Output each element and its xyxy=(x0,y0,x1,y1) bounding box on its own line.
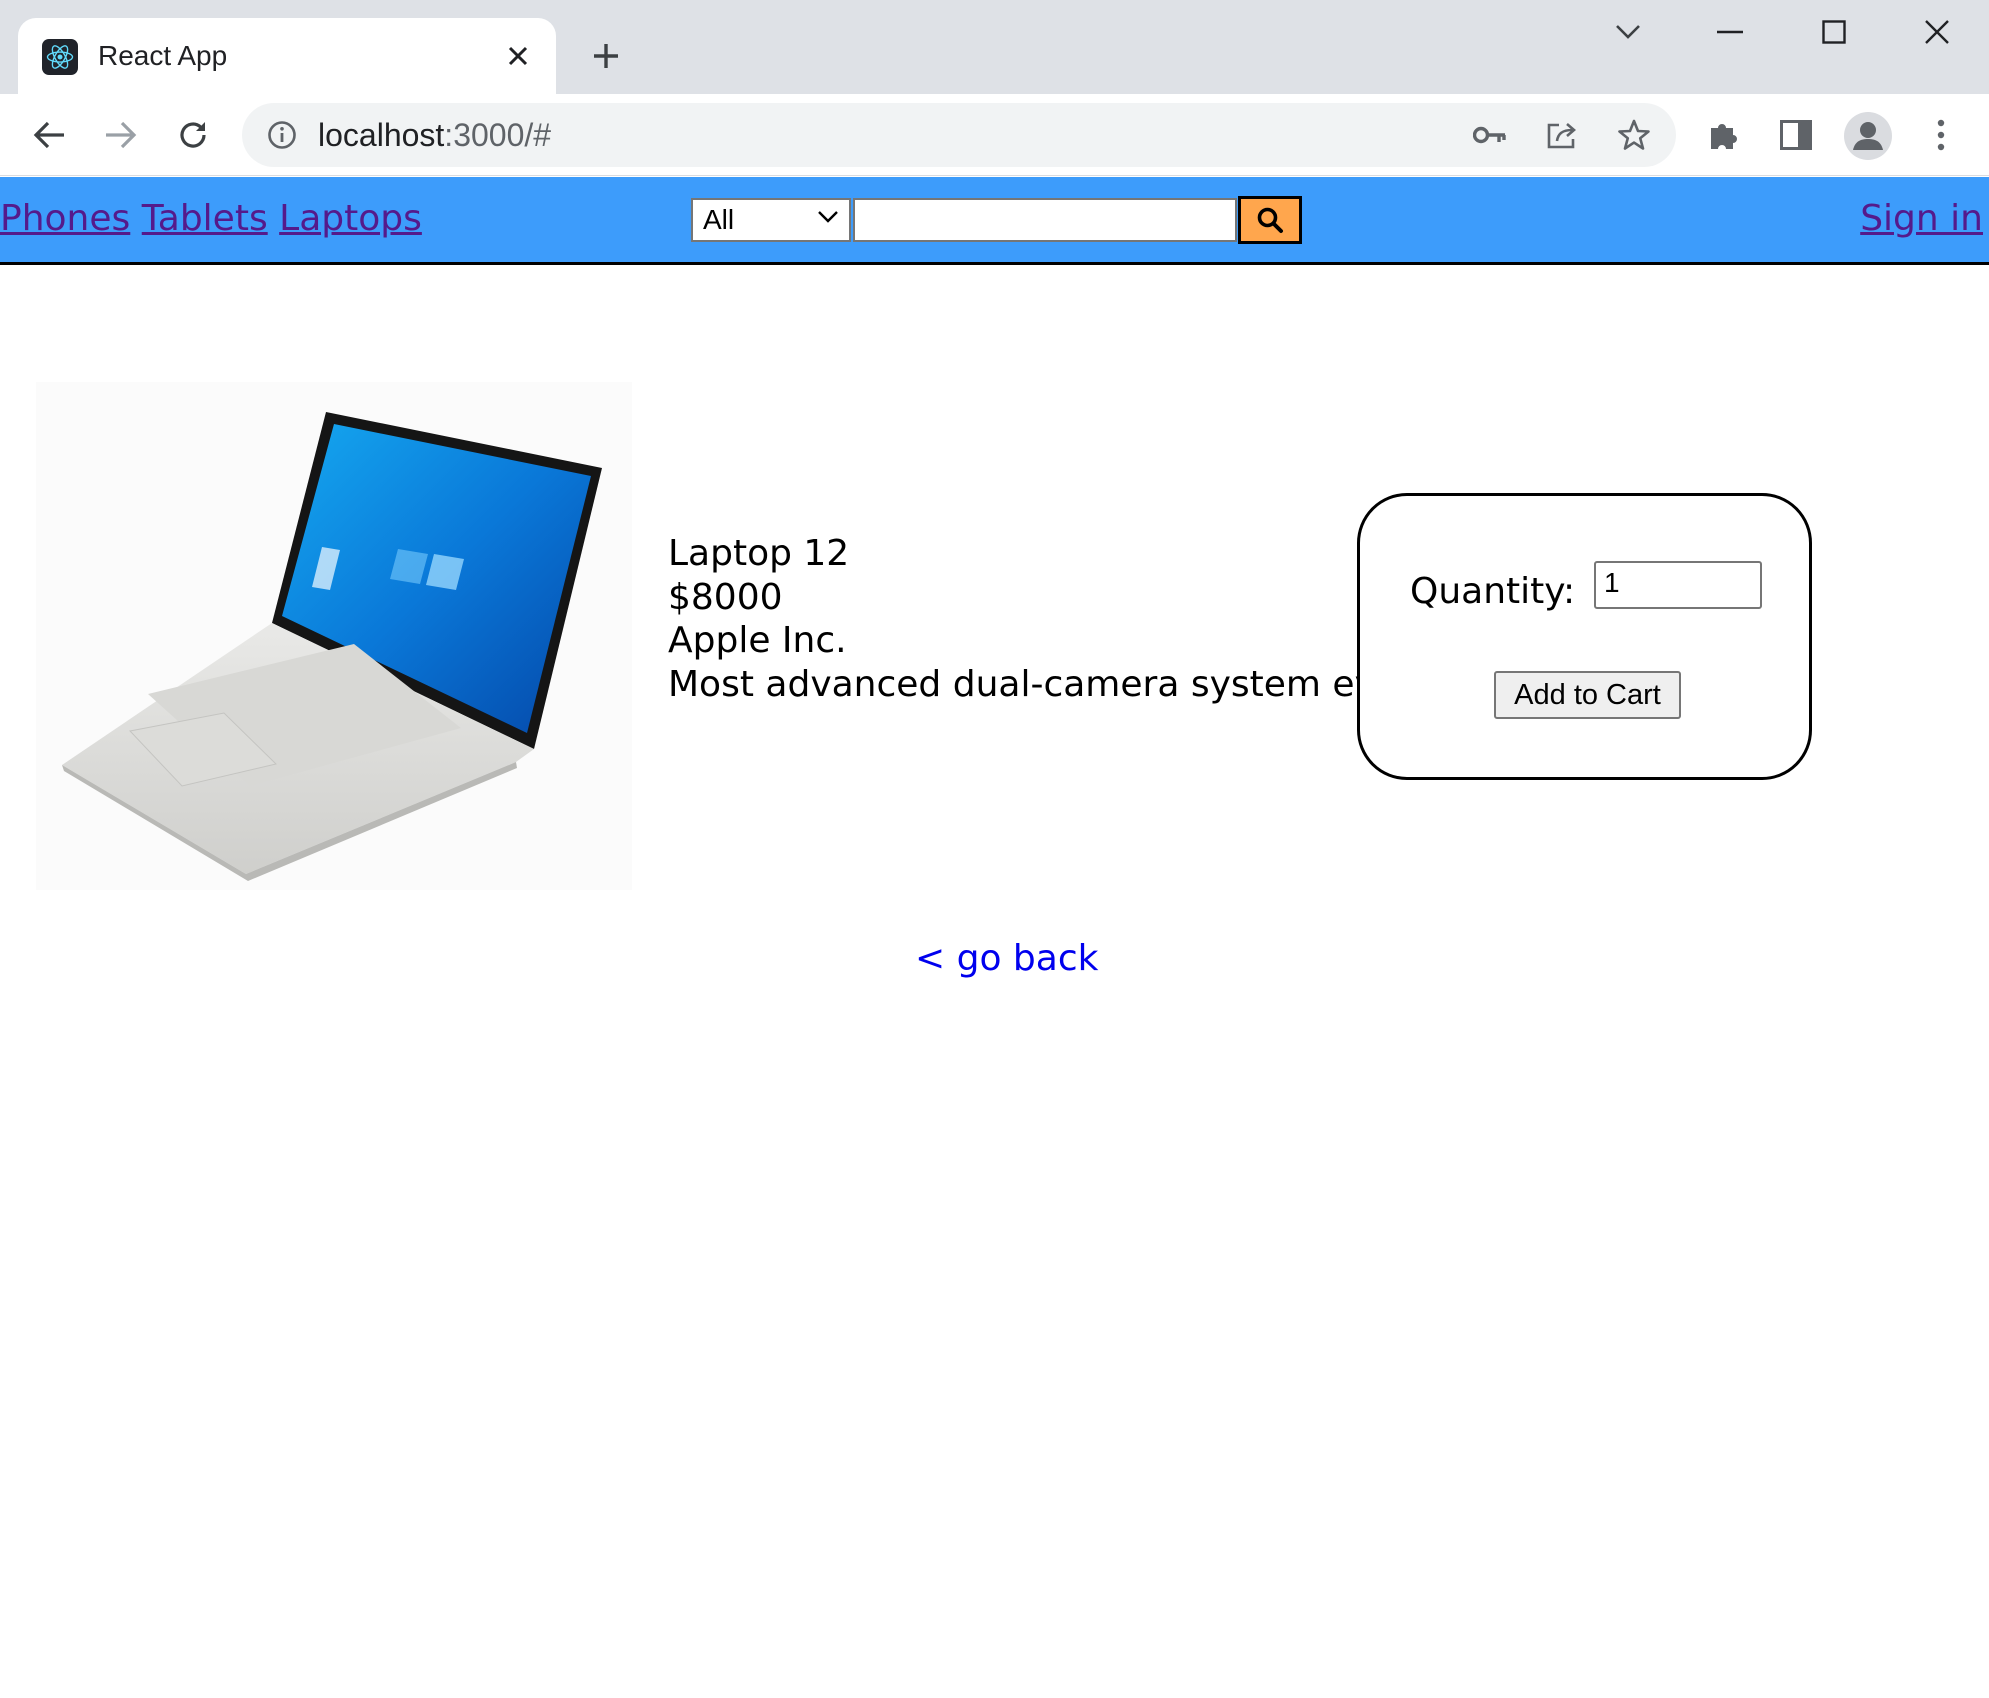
nav-link-laptops[interactable]: Laptops xyxy=(279,198,422,239)
address-bar[interactable]: localhost:3000/# xyxy=(242,103,1676,167)
nav-link-tablets[interactable]: Tablets xyxy=(142,198,268,239)
browser-toolbar: localhost:3000/# xyxy=(0,94,1989,176)
more-menu-icon[interactable] xyxy=(1920,114,1962,156)
profile-avatar-icon[interactable] xyxy=(1844,112,1892,160)
share-icon[interactable] xyxy=(1544,117,1580,153)
maximize-icon[interactable] xyxy=(1804,12,1864,52)
tab-search-chevron-icon[interactable] xyxy=(1598,12,1658,52)
close-window-icon[interactable] xyxy=(1907,12,1967,52)
close-tab-icon[interactable] xyxy=(502,40,534,72)
browser-titlebar: React App xyxy=(0,0,1989,94)
product-details: Laptop 12 $8000 Apple Inc. Most advanced… xyxy=(668,532,1421,706)
category-links: Phones Tablets Laptops xyxy=(0,197,422,241)
minimize-icon[interactable] xyxy=(1700,12,1760,52)
side-panel-icon[interactable] xyxy=(1775,114,1817,156)
sign-in-link[interactable]: Sign in xyxy=(1860,197,1983,241)
quantity-label: Quantity: xyxy=(1410,571,1576,612)
url-path: :3000/# xyxy=(444,117,552,153)
product-image xyxy=(36,382,632,890)
chevron-down-icon xyxy=(818,211,838,223)
site-navbar: Phones Tablets Laptops All Sign in xyxy=(0,177,1989,265)
product-price: $8000 xyxy=(668,576,783,618)
product-manufacturer: Apple Inc. xyxy=(668,620,847,661)
forward-arrow-icon[interactable] xyxy=(98,112,144,158)
category-select[interactable]: All xyxy=(691,198,851,242)
search-bar: All xyxy=(691,196,1302,244)
browser-tab[interactable]: React App xyxy=(18,18,556,94)
quantity-input[interactable]: 1 xyxy=(1594,561,1762,609)
add-to-cart-panel: Quantity: 1 Add to Cart xyxy=(1357,493,1812,780)
go-back-link[interactable]: < go back xyxy=(915,937,1098,981)
extensions-puzzle-icon[interactable] xyxy=(1703,114,1745,156)
search-input[interactable] xyxy=(853,198,1237,242)
category-select-value: All xyxy=(703,204,735,235)
url-text[interactable]: localhost:3000/# xyxy=(318,117,551,153)
url-host: localhost xyxy=(318,117,445,153)
reload-icon[interactable] xyxy=(170,112,216,158)
search-icon xyxy=(1257,207,1283,233)
react-logo-icon xyxy=(42,39,78,75)
new-tab-icon[interactable] xyxy=(586,36,626,76)
tab-title: React App xyxy=(98,40,228,71)
key-icon[interactable] xyxy=(1472,117,1508,153)
product-name: Laptop 12 xyxy=(668,533,850,574)
product-description: Most advanced dual-camera system ever. xyxy=(668,663,1421,705)
site-info-icon[interactable] xyxy=(266,119,298,151)
add-to-cart-button[interactable]: Add to Cart xyxy=(1494,671,1681,719)
search-button[interactable] xyxy=(1238,196,1302,244)
bookmark-star-icon[interactable] xyxy=(1616,117,1652,153)
back-arrow-icon[interactable] xyxy=(26,112,72,158)
nav-link-phones[interactable]: Phones xyxy=(0,198,130,239)
